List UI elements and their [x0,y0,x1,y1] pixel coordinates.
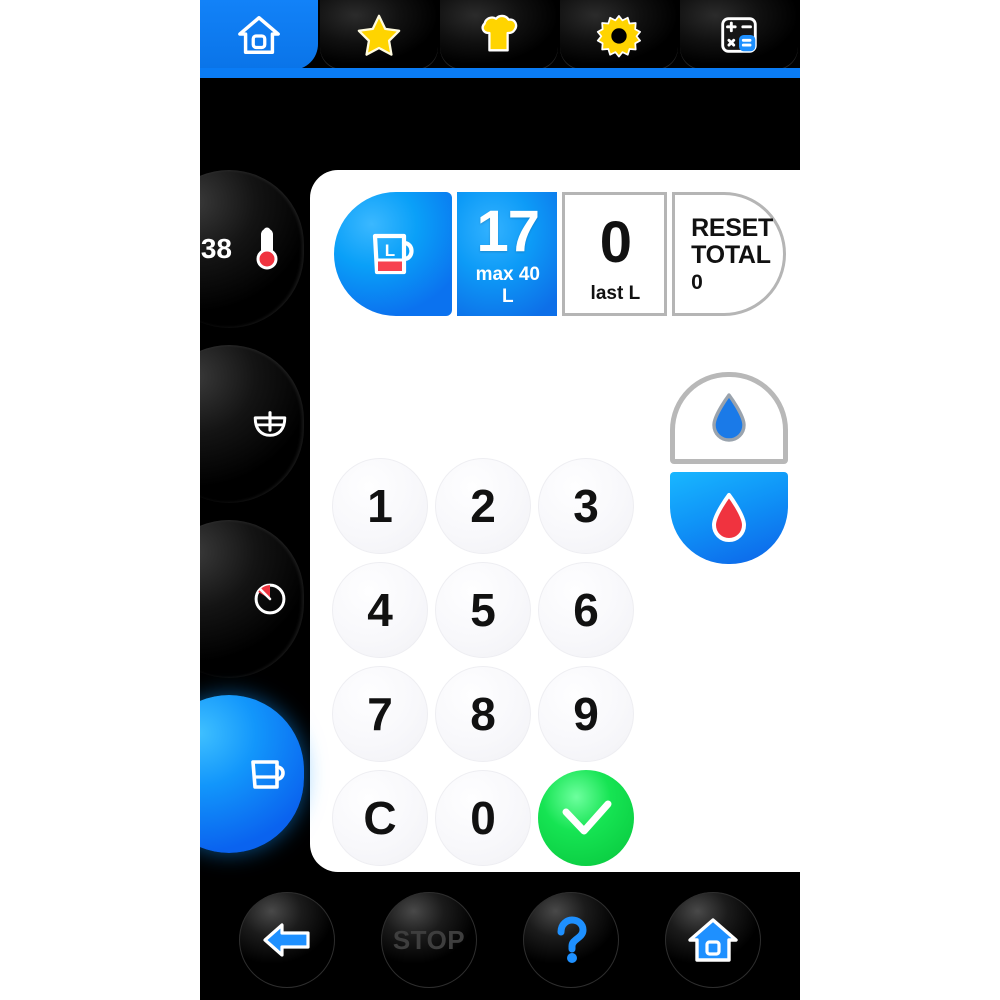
sidebar-item-temperature[interactable]: 38 [200,170,304,328]
tab-underline [200,68,800,78]
star-icon [357,14,401,56]
water-toggle-group [670,372,788,564]
calculator-icon [721,17,757,53]
mixing-bowl-icon [253,411,287,437]
readout-strip: L 17 max 40 L 0 last L RESET TOTAL 0 [334,192,787,316]
numeric-keypad: 1 2 3 4 5 6 7 8 9 C 0 [330,455,640,868]
sidebar-item-timer[interactable] [200,520,304,678]
device-frame: L 17 max 40 L 0 last L RESET TOTAL 0 1 2… [200,0,800,1000]
back-button[interactable] [239,892,335,988]
bottom-nav-bar: STOP [200,880,800,1000]
home-icon [688,918,738,962]
key-confirm[interactable] [538,769,634,866]
temperature-value: 38 [200,233,232,264]
cold-water-button[interactable] [670,372,788,464]
key-4[interactable]: 4 [332,561,428,658]
content-panel: L 17 max 40 L 0 last L RESET TOTAL 0 1 2… [310,170,800,872]
key-2[interactable]: 2 [435,457,531,554]
key-9[interactable]: 9 [538,665,634,762]
sidebar-item-water-jug[interactable] [200,695,304,853]
svg-text:L: L [385,241,395,260]
gear-icon [596,15,641,58]
tab-calculator[interactable] [680,0,798,70]
stop-button[interactable]: STOP [381,892,477,988]
key-6[interactable]: 6 [538,561,634,658]
help-button[interactable] [523,892,619,988]
reset-total-button[interactable]: RESET TOTAL 0 [672,192,787,316]
sidebar-item-mixing[interactable] [200,345,304,503]
top-tab-bar [200,0,800,78]
reset-label-line1: RESET [691,214,774,243]
app-root: L 17 max 40 L 0 last L RESET TOTAL 0 1 2… [0,0,1000,1000]
hot-water-button[interactable] [670,472,788,564]
key-1[interactable]: 1 [332,457,428,554]
last-label: last L [590,283,641,304]
hot-water-drop-icon [712,493,746,542]
amount-label: max 40 L [475,264,541,307]
last-cell[interactable]: 0 last L [561,192,668,316]
measuring-jug-icon: L [372,233,414,275]
home-button[interactable] [665,892,761,988]
tab-home[interactable] [200,0,318,70]
reset-label-line2: TOTAL [691,240,771,269]
mode-jug-button[interactable]: L [334,192,452,316]
tab-settings[interactable] [560,0,678,70]
stop-label: STOP [392,924,466,955]
tab-favorites[interactable] [320,0,438,70]
home-icon [238,16,280,54]
checkmark-icon [562,800,612,834]
cold-water-drop-icon [712,393,746,442]
key-8[interactable]: 8 [435,665,531,762]
key-7[interactable]: 7 [332,665,428,762]
timer-icon [254,583,286,615]
left-sidebar: 38 [200,170,312,872]
key-0[interactable]: 0 [435,769,531,866]
key-clear[interactable]: C [332,769,428,866]
chef-hat-icon [481,14,518,52]
reset-total-value: 0 [691,270,703,294]
thermometer-icon [256,227,278,270]
question-mark-icon [557,916,587,963]
jug-icon [251,760,285,789]
key-5[interactable]: 5 [435,561,531,658]
last-value: 0 [599,209,632,275]
back-arrow-icon [263,923,310,957]
tab-recipes[interactable] [440,0,558,70]
key-3[interactable]: 3 [538,457,634,554]
amount-value: 17 [476,198,541,264]
amount-cell[interactable]: 17 max 40 L [457,192,557,316]
